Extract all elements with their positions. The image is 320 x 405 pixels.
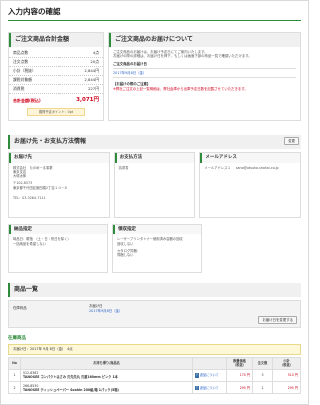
total-row: 合計金額(税込) 3,071円 [9, 94, 103, 106]
payment-heading: お支払方法 [114, 152, 195, 163]
summary-row: 小計（税抜） 2,844円 [9, 66, 103, 77]
shipping-info-box: ご注文商品のお届けについて ご注文商品のお届けは、お届け予定日にてご案内いたしま… [108, 31, 301, 121]
stock-heading: 在庫商品 [8, 336, 26, 342]
receipt-heading: 領収指定 [113, 224, 201, 235]
stock-table: No お持ち帰り/商品名 数量価格 （税抜） 注文数 小計 （税抜） 1 512… [8, 356, 301, 395]
delivery-change-button[interactable]: 変更 [284, 136, 299, 146]
email-card: メールアドレス メールアドレス１ sano@otsuka-shokai.co.j… [199, 151, 301, 218]
email-heading: メールアドレス [200, 152, 300, 163]
confirmation-page: 入力内容の確認 ご注文商品合計金額 商品点数 4点 注文点数 20点 小計（税抜） 2… [0, 0, 309, 405]
shipping-date-label: ご注文商品のお届け日 [113, 62, 147, 67]
order-summary-box: ご注文商品合計金額 商品点数 4点 注文点数 20点 小計（税抜） 2,844円 課税… [8, 31, 104, 121]
shipping-date-link[interactable]: 2017年9月8日（金） [113, 71, 146, 75]
items-stock-label: 在庫商品 [13, 306, 27, 311]
summary-row: 課税対象額 2,844円 [9, 75, 103, 86]
delivery-heading: お届け先・お支払方法情報 [8, 134, 301, 149]
total-label: 合計金額(税込) [13, 98, 41, 104]
page-title: 入力内容の確認 [8, 7, 301, 21]
total-value: 3,071円 [76, 97, 99, 104]
return-link[interactable]: 返品について [200, 386, 219, 390]
address-heading: お届け先 [9, 152, 109, 163]
items-summary-bar: 在庫商品 お届け日 2017年9月8日（金） お届け日を変更する [8, 300, 301, 329]
order-summary-heading: ご注文商品合計金額 [9, 32, 103, 47]
table-row: 2 266-8530 TANOSEE ティッシュペーパー Soahin 200組… [8, 381, 301, 395]
receipt-card: 領収指定 レーザープリンタトナー使用済み容器の回収 回収しない カタログ同梱： … [112, 223, 202, 274]
summary-row: 商品点数 4点 [9, 49, 103, 59]
return-icon: ? [195, 373, 199, 378]
payment-card: お支払方法 請求書 [113, 151, 196, 218]
change-delivery-date-button[interactable]: お届け日を変更する [258, 315, 297, 325]
delivery-note-card: 納品指定 時品日：曜指 （土・日・祝日を除く） 一括納品を希望しない [8, 223, 108, 274]
items-heading: 商品一覧 [8, 283, 301, 298]
summary-row: 注文点数 20点 [9, 57, 103, 68]
shipping-notes: ※弊社ご注文の上記一覧明細は、弊社倉庫から出庫予定日数を記載させていただきます。 [113, 86, 248, 91]
points-badge: 獲得予定ポイント：0pt [27, 107, 85, 116]
delivery-note-heading: 納品指定 [9, 224, 107, 235]
items-date-link[interactable]: 2017年9月8日（金） [89, 309, 122, 313]
stock-date-bar: お届け日：2017年 9月 8日（金） 4点 [8, 344, 301, 355]
summary-row: 消費税 227円 [9, 84, 103, 95]
shipping-line2: お届けの際の詳細は、お届け日を押下、もしくは画面下部の商品一覧で確認いただけます… [113, 53, 252, 58]
table-row: 1 512-6382 TANOSEE コンパクトはさみ 刃先先丸 刃渡160mm… [8, 368, 301, 383]
return-icon: ? [195, 385, 199, 390]
address-card: お届け先 株式会社 たのめーる事業 東京支店 大塚太郎 〒102-8573 東京… [8, 151, 110, 218]
return-link[interactable]: 返品について [200, 373, 219, 377]
items-date-label: お届け日 [89, 304, 103, 309]
shipping-heading: ご注文商品のお届けについて [109, 32, 300, 47]
